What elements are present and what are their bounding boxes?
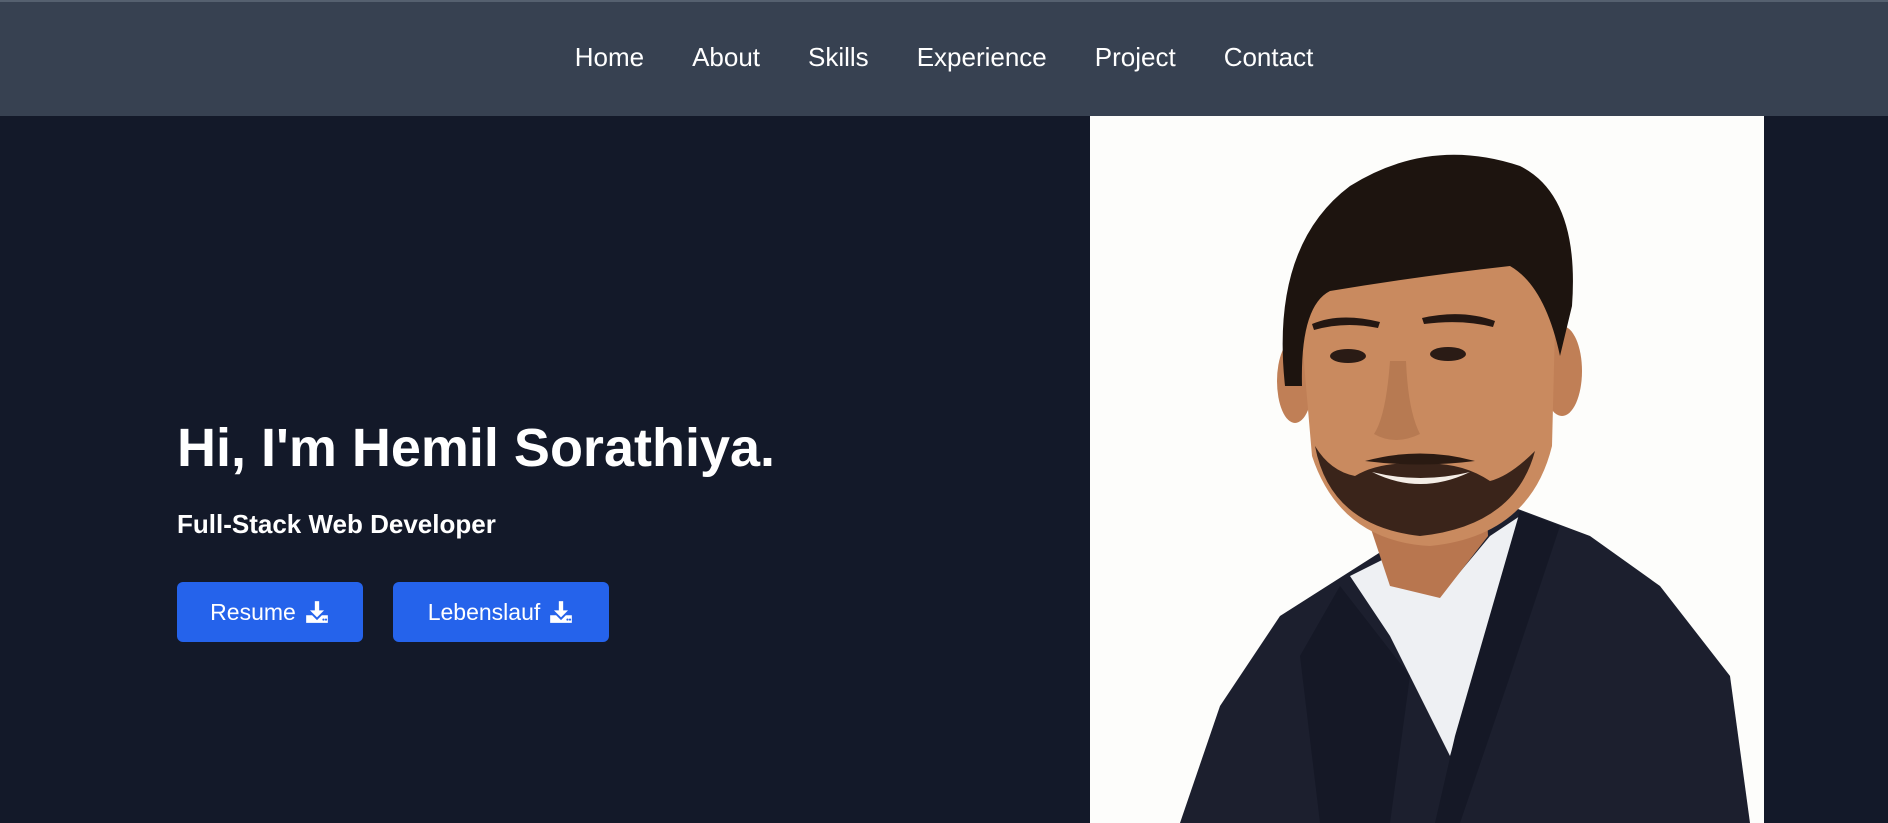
resume-button-label: Resume: [210, 598, 296, 625]
download-icon: [305, 601, 328, 623]
nav-link-skills[interactable]: Skills: [808, 42, 869, 73]
download-icon: [550, 601, 573, 623]
nav-link-home[interactable]: Home: [575, 42, 644, 73]
nav-link-experience[interactable]: Experience: [917, 42, 1047, 73]
navbar: Home About Skills Experience Project Con…: [0, 2, 1888, 116]
hero-text: Hi, I'm Hemil Sorathiya. Full-Stack Web …: [177, 418, 776, 642]
lebenslauf-download-button[interactable]: Lebenslauf: [393, 582, 609, 642]
hero-title: Hi, I'm Hemil Sorathiya.: [177, 418, 776, 478]
profile-photo: [1090, 116, 1764, 823]
nav-link-contact[interactable]: Contact: [1224, 42, 1314, 73]
nav-list: Home About Skills Experience Project Con…: [575, 42, 1314, 73]
hero-subtitle: Full-Stack Web Developer: [177, 509, 496, 539]
download-buttons: Resume Lebenslauf: [177, 582, 609, 642]
lebenslauf-button-label: Lebenslauf: [427, 598, 541, 625]
profile-photo-illustration: [1090, 116, 1764, 823]
nav-link-project[interactable]: Project: [1095, 42, 1176, 73]
hero-section: Hi, I'm Hemil Sorathiya. Full-Stack Web …: [0, 116, 1888, 823]
resume-download-button[interactable]: Resume: [177, 582, 363, 642]
nav-link-about[interactable]: About: [692, 42, 760, 73]
